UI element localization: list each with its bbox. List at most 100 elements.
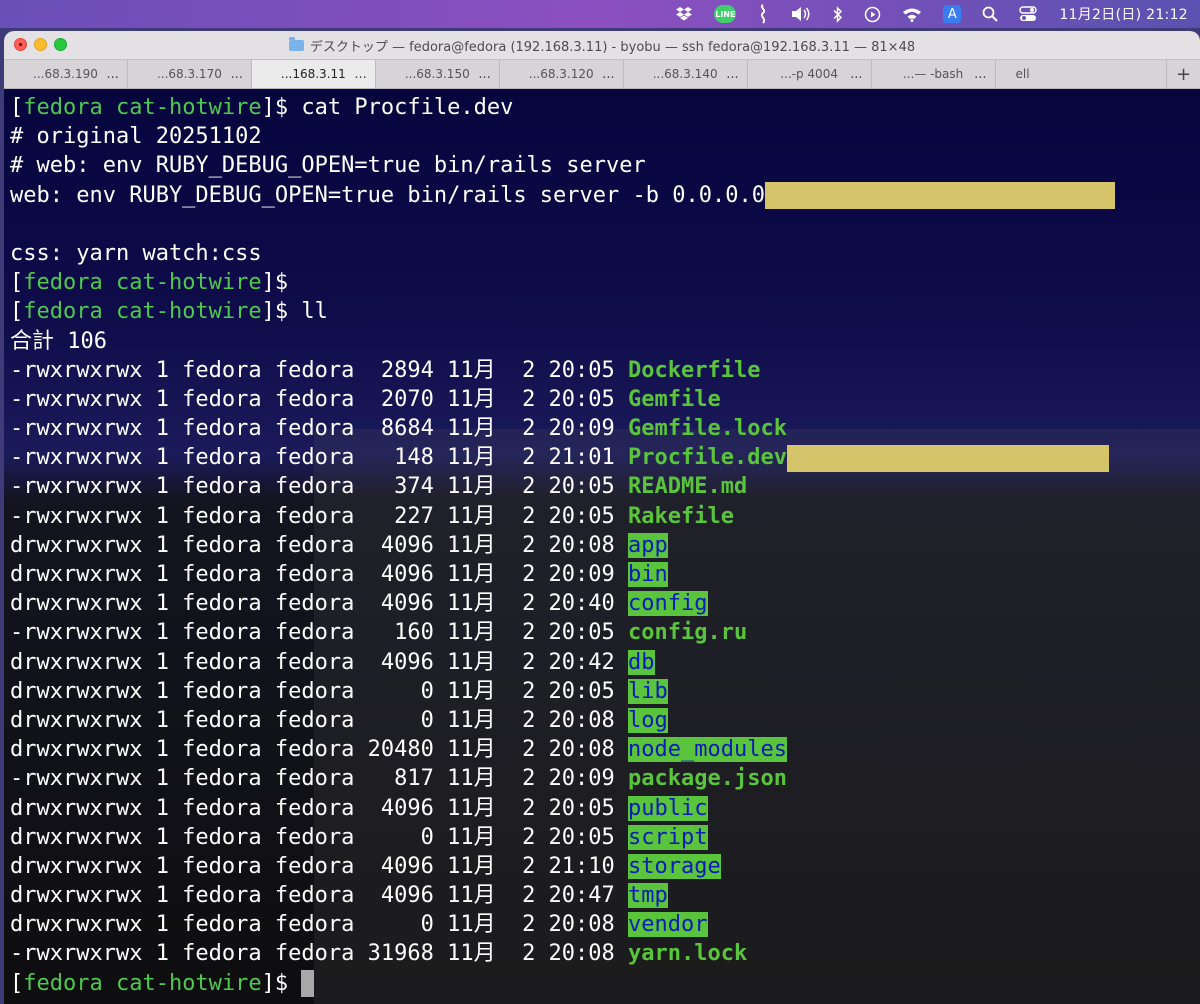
prompt-close: ]$ (261, 299, 302, 325)
tab-label: ...-p 4004 (780, 67, 838, 81)
terminal-lines: [fedora cat-hotwire]$ cat Procfile.dev # … (10, 93, 1200, 998)
highlight-marker (786, 444, 1109, 472)
tab-2[interactable]: ...168.3.11... (251, 60, 376, 88)
listing-meta: -rwxrwxrwx 1 fedora fedora 2894 11月 2 20… (10, 357, 629, 383)
directory-name: bin (628, 562, 668, 587)
file-name: Gemfile.lock (628, 416, 787, 442)
tab-1[interactable]: ...68.3.170... (128, 60, 252, 88)
highlight-marker (764, 182, 1115, 210)
tab-3[interactable]: ...68.3.150... (376, 60, 500, 88)
listing-row: -rwxrwxrwx 1 fedora fedora 374 11月 2 20:… (10, 472, 1200, 501)
directory-name: node_modules (628, 737, 787, 763)
listing-meta: drwxrwxrwx 1 fedora fedora 4096 11月 2 20… (10, 591, 629, 617)
listing-meta: -rwxrwxrwx 1 fedora fedora 160 11月 2 20:… (10, 620, 629, 646)
listing-row: drwxrwxrwx 1 fedora fedora 0 11月 2 20:05… (10, 823, 1200, 852)
terminal-line: css: yarn watch:css (10, 239, 1200, 268)
title-bar[interactable]: デスクトップ — fedora@fedora (192.168.3.11) - … (4, 31, 1200, 59)
listing-row: drwxrwxrwx 1 fedora fedora 4096 11月 2 20… (10, 794, 1200, 823)
listing-meta: drwxrwxrwx 1 fedora fedora 4096 11月 2 20… (10, 532, 629, 558)
terminal-line: # web: env RUBY_DEBUG_OPEN=true bin/rail… (10, 151, 1200, 180)
listing-row: drwxrwxrwx 1 fedora fedora 4096 11月 2 20… (10, 881, 1200, 910)
directory-name: log (628, 707, 668, 733)
terminal-line: 合計 106 (10, 327, 1200, 356)
terminal-line: [fedora cat-hotwire]$ cat Procfile.dev (10, 93, 1200, 122)
listing-meta: -rwxrwxrwx 1 fedora fedora 227 11月 2 20:… (10, 503, 629, 529)
file-name: package.json (628, 766, 787, 792)
listing-meta: drwxrwxrwx 1 fedora fedora 20480 11月 2 2… (10, 737, 629, 763)
wifi-icon[interactable] (902, 0, 922, 28)
tab-4[interactable]: ...68.3.120... (500, 60, 624, 88)
dropbox-icon[interactable] (675, 0, 693, 28)
terminal-cursor (301, 970, 315, 998)
terminal-line: [fedora cat-hotwire]$ ll (10, 297, 1200, 326)
line-label: LINE (714, 5, 737, 23)
directory-name: app (628, 532, 668, 558)
prompt-open: [ (10, 299, 24, 325)
tab-7[interactable]: ...— -bash... (872, 60, 996, 88)
tab-label: ...168.3.11 (280, 67, 346, 81)
listing-row: drwxrwxrwx 1 fedora fedora 4096 11月 2 20… (10, 531, 1200, 560)
play-icon[interactable] (864, 0, 881, 28)
control-center-icon[interactable] (1019, 0, 1038, 28)
directory-name: lib (628, 678, 668, 704)
file-name: Rakefile (628, 503, 734, 529)
file-name: Dockerfile (628, 357, 761, 383)
tab-menu-button[interactable]: ... (354, 67, 366, 82)
tab-5[interactable]: ...68.3.140... (624, 60, 748, 88)
listing-row: -rwxrwxrwx 1 fedora fedora 31968 11月 2 2… (10, 939, 1200, 968)
prompt-close: ]$ (261, 970, 302, 996)
prompt-open: [ (10, 95, 24, 120)
listing-row: -rwxrwxrwx 1 fedora fedora 160 11月 2 20:… (10, 618, 1200, 647)
listing-row: drwxrwxrwx 1 fedora fedora 4096 11月 2 20… (10, 648, 1200, 677)
script-icon[interactable] (757, 0, 769, 28)
tab-menu-button[interactable]: ... (478, 67, 490, 82)
tab-menu-button[interactable]: ... (850, 67, 862, 82)
tab-menu-button[interactable]: ... (602, 67, 614, 82)
listing-meta: -rwxrwxrwx 1 fedora fedora 817 11月 2 20:… (10, 766, 629, 792)
file-name: README.md (628, 474, 748, 500)
tab-label: ...68.3.140 (652, 67, 718, 81)
menu-bar: LINE A 11月2日(日) 21:12 (0, 0, 1200, 28)
tab-label: ...68.3.170 (156, 67, 222, 81)
input-source-label: A (943, 5, 962, 23)
tab-6[interactable]: ...-p 4004... (748, 60, 872, 88)
window-title: デスクトップ — fedora@fedora (192.168.3.11) - … (309, 39, 916, 55)
listing-meta: -rwxrwxrwx 1 fedora fedora 2070 11月 2 20… (10, 386, 629, 412)
directory-name: storage (628, 853, 721, 879)
directory-name: script (628, 824, 708, 850)
prompt-host: fedora cat-hotwire (23, 270, 262, 296)
tab-menu-button[interactable]: ... (726, 67, 738, 82)
prompt-open: [ (10, 270, 24, 296)
listing-row: -rwxrwxrwx 1 fedora fedora 2894 11月 2 20… (10, 356, 1200, 385)
listing-meta: drwxrwxrwx 1 fedora fedora 4096 11月 2 21… (10, 853, 629, 879)
tab-label: ...68.3.190 (33, 67, 98, 81)
command-text: ll (301, 299, 328, 325)
bluetooth-icon[interactable] (833, 0, 843, 28)
listing-meta: -rwxrwxrwx 1 fedora fedora 148 11月 2 21:… (10, 445, 629, 471)
terminal-content[interactable]: [fedora cat-hotwire]$ cat Procfile.dev # … (4, 89, 1200, 1004)
menubar-clock[interactable]: 11月2日(日) 21:12 (1059, 4, 1188, 24)
tab-menu-button[interactable]: ... (107, 67, 119, 82)
prompt-open: [ (10, 970, 24, 996)
listing-meta: -rwxrwxrwx 1 fedora fedora 8684 11月 2 20… (10, 416, 629, 442)
directory-name: db (628, 649, 655, 675)
listing-meta: drwxrwxrwx 1 fedora fedora 0 11月 2 20:05 (10, 824, 629, 850)
listing-row: -rwxrwxrwx 1 fedora fedora 148 11月 2 21:… (10, 443, 1200, 472)
tab-0[interactable]: ...68.3.190... (4, 60, 128, 88)
listing-meta: -rwxrwxrwx 1 fedora fedora 374 11月 2 20:… (10, 474, 629, 500)
tab-menu-button[interactable]: ... (230, 67, 242, 82)
listing-row: -rwxrwxrwx 1 fedora fedora 8684 11月 2 20… (10, 414, 1200, 443)
directory-name: public (628, 795, 708, 821)
new-tab-button[interactable]: + (1167, 60, 1200, 88)
procfile-line: css: yarn watch:css (10, 240, 262, 266)
tab-8[interactable]: ell (996, 60, 1167, 88)
search-icon[interactable] (982, 0, 999, 28)
procfile-line: # original 20251102 (10, 124, 262, 150)
directory-name: vendor (628, 912, 708, 938)
tab-menu-button[interactable]: ... (974, 67, 986, 82)
prompt-close: ]$ (261, 270, 302, 296)
input-source-icon[interactable]: A (943, 0, 962, 28)
line-icon[interactable]: LINE (714, 0, 737, 28)
volume-icon[interactable] (790, 0, 812, 28)
